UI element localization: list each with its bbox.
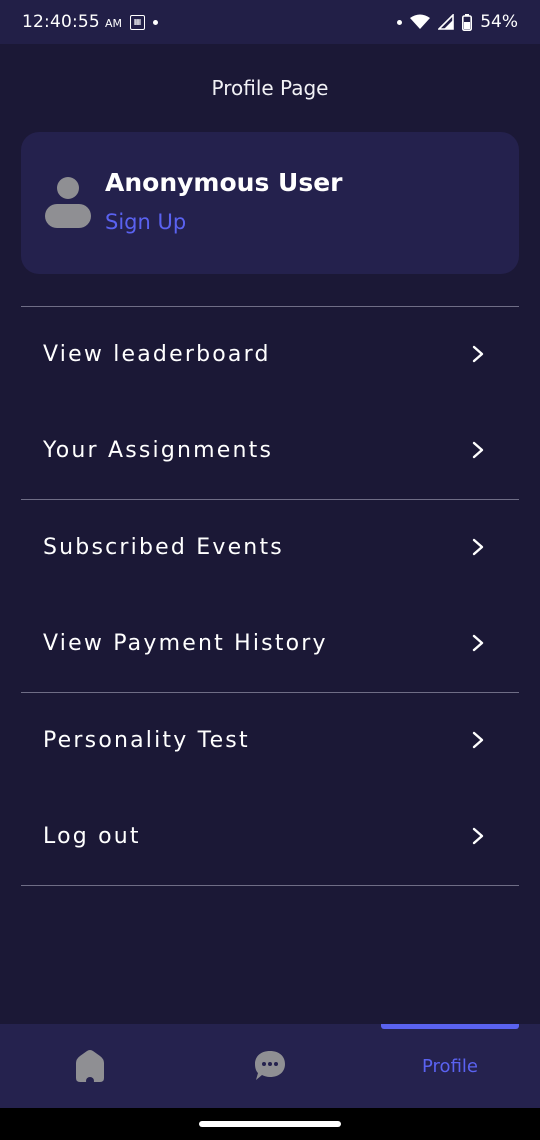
nav-profile-label: Profile [422,1055,478,1077]
divider [21,885,519,886]
status-ampm: AM [104,17,122,30]
chevron-right-icon [472,731,484,749]
chevron-right-icon [472,827,484,845]
user-name: Anonymous User [105,168,343,197]
battery-percent: 54% [480,12,518,32]
battery-icon [462,13,473,31]
menu-item-label: Log out [43,823,141,849]
nav-profile[interactable]: Profile [360,1024,540,1108]
status-right: 54% [397,12,518,32]
chevron-right-icon [472,345,484,363]
menu-item-label: Subscribed Events [43,534,284,560]
home-icon [76,1050,104,1083]
home-gesture-bar[interactable] [199,1121,341,1127]
chevron-right-icon [472,634,484,652]
menu-item-personality-test[interactable]: Personality Test [21,692,519,788]
menu-item-label: View Payment History [43,630,328,656]
gesture-area [0,1108,540,1140]
menu-item-label: Your Assignments [43,437,274,463]
calendar-notification-icon: ▦ [129,14,145,30]
nav-chat[interactable] [180,1024,360,1108]
notification-dot-icon [152,19,158,25]
menu-item-label: View leaderboard [43,341,271,367]
status-bar: 12:40:55 AM ▦ 54% [0,0,540,44]
menu-item-your-assignments[interactable]: Your Assignments [21,402,519,498]
profile-card: Anonymous User Sign Up [21,132,519,274]
menu-item-subscribed-events[interactable]: Subscribed Events [21,499,519,595]
chevron-right-icon [472,441,484,459]
avatar-icon [45,177,91,229]
chat-bubble-icon [255,1051,285,1080]
menu-item-view-payment-history[interactable]: View Payment History [21,595,519,691]
page-title: Profile Page [211,76,329,100]
signal-icon [438,14,455,30]
status-time: 12:40:55 [22,12,100,32]
status-left: 12:40:55 AM ▦ [22,12,158,32]
sign-up-link[interactable]: Sign Up [105,210,186,234]
chevron-right-icon [472,538,484,556]
menu-item-view-leaderboard[interactable]: View leaderboard [21,306,519,402]
nav-home[interactable] [0,1024,180,1108]
menu-item-log-out[interactable]: Log out [21,788,519,884]
bottom-nav: Profile [0,1024,540,1108]
menu-item-label: Personality Test [43,727,250,753]
wifi-icon [410,14,431,29]
status-dot-icon [397,19,403,25]
